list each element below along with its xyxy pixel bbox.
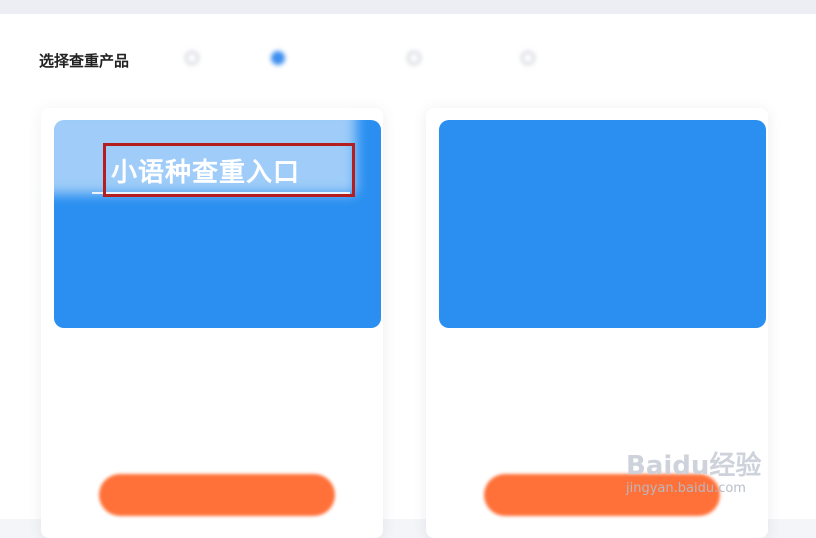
banner-content: [439, 120, 766, 328]
section-label: 选择查重产品: [39, 52, 130, 70]
top-bar: [0, 0, 816, 14]
baidu-jingyan-watermark: Baidu经验 jingyan.baidu.com: [626, 445, 806, 505]
highlighted-entry-title[interactable]: 小语种查重入口: [103, 143, 355, 197]
radio-option-4[interactable]: [521, 46, 545, 70]
product-type-radio-group: [185, 46, 625, 70]
radio-option-3[interactable]: [407, 46, 431, 70]
select-product-button[interactable]: [99, 474, 335, 516]
radio-option-2[interactable]: [271, 46, 295, 70]
radio-circle-icon: [407, 51, 421, 65]
product-banner: [439, 120, 766, 328]
watermark-logo: Baidu经验: [626, 451, 762, 481]
radio-option-1[interactable]: [185, 46, 209, 70]
radio-circle-icon: [271, 51, 285, 65]
watermark-url: jingyan.baidu.com: [626, 481, 746, 496]
radio-circle-icon: [521, 51, 535, 65]
radio-circle-icon: [185, 51, 199, 65]
